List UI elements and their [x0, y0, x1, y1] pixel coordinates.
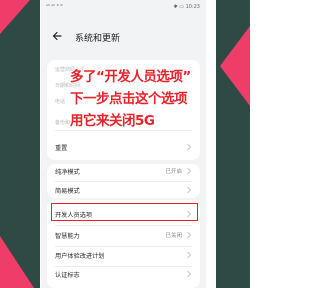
pink-triangle-decoration: [220, 26, 250, 106]
status-time: ✱ ▭ 10:23: [173, 4, 200, 10]
chevron-right-icon: [187, 251, 192, 259]
faded-item[interactable]: 电话: [55, 98, 65, 105]
row-label: 认证标志: [55, 272, 80, 279]
settings-row-certification[interactable]: 认证标志: [55, 263, 192, 285]
status-bar: ᵃᴵˡ ᵃᴵˡ ⁹ ᴺ ✱ ▭ 10:23: [41, 0, 206, 12]
highlight-box: [51, 203, 198, 221]
row-value: 已开启: [165, 169, 182, 175]
phone-screen: ᵃᴵˡ ᵃᴵˡ ⁹ ᴺ ✱ ▭ 10:23 系统和更新 运营商网入设 日期和时间…: [41, 0, 206, 288]
settings-card-modes: 纯净模式 已开启 简易模式: [47, 164, 200, 198]
signal-indicators: ᵃᴵˡ ᵃᴵˡ ⁹ ᴺ: [46, 4, 63, 10]
page-header: 系统和更新: [41, 28, 206, 46]
back-arrow-icon[interactable]: [51, 30, 63, 42]
settings-row-smart-ability[interactable]: 智慧能力 已关闭: [55, 224, 192, 246]
row-label: 纯净模式: [55, 169, 80, 176]
annotation-line: 下一步点击这个选项: [70, 91, 187, 107]
chevron-right-icon: [187, 167, 192, 175]
chevron-right-icon: [187, 186, 192, 194]
settings-row-simple-mode[interactable]: 简易模式: [55, 179, 192, 201]
annotation-overlay: 多了“开发人员选项” 下一步点击这个选项 用它来关闭5G: [70, 66, 191, 132]
settings-row-reset[interactable]: 重置: [55, 136, 192, 158]
pink-triangle-decoration: [0, 0, 30, 34]
annotation-line: 多了“开发人员选项”: [70, 69, 191, 85]
annotation-line: 用它来关闭5G: [70, 113, 155, 129]
pink-triangle-decoration: [0, 236, 34, 288]
chevron-right-icon: [187, 270, 192, 278]
row-label: 用户体验改进计划: [55, 253, 105, 260]
row-label: 简易模式: [55, 188, 80, 195]
chevron-right-icon: [187, 143, 192, 151]
page-title: 系统和更新: [75, 34, 121, 44]
row-label: 智慧能力: [55, 233, 80, 240]
row-label: 重置: [55, 145, 68, 152]
row-value: 已关闭: [165, 233, 182, 239]
chevron-right-icon: [187, 231, 192, 239]
